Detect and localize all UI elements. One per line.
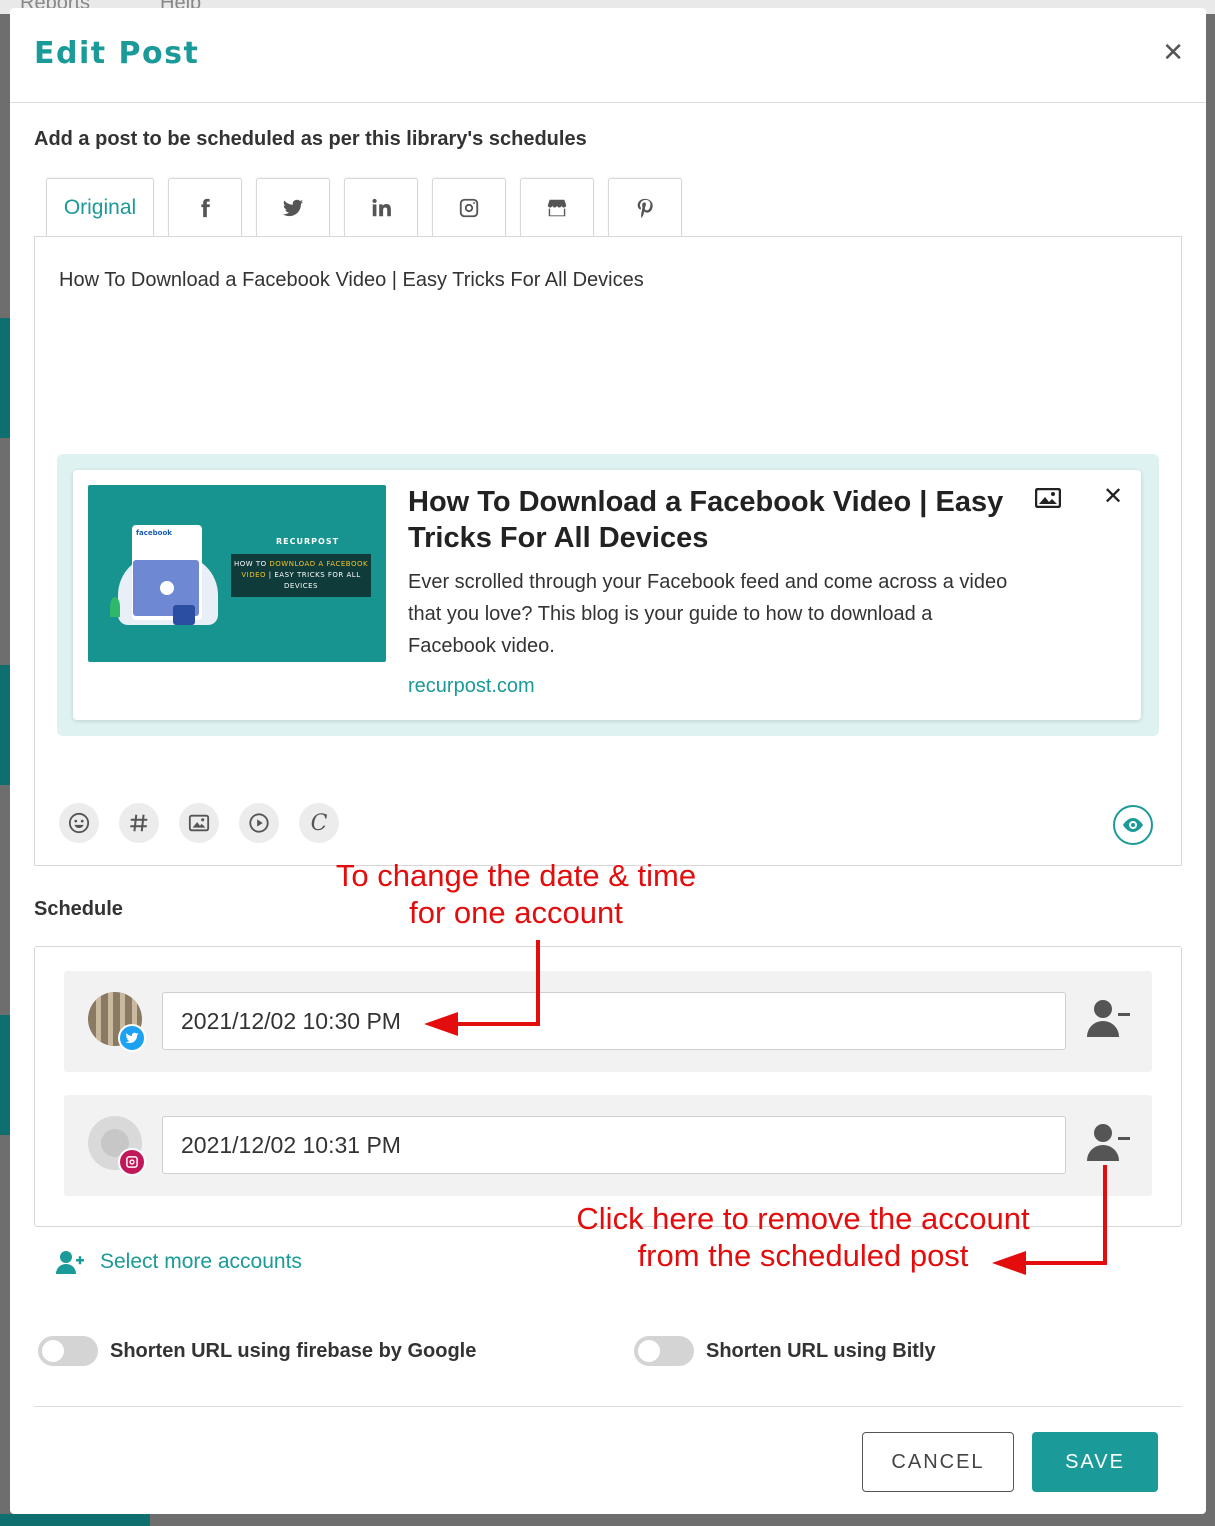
background-strip [0, 318, 10, 438]
image-icon[interactable] [179, 803, 219, 843]
hashtag-icon[interactable] [119, 803, 159, 843]
account-row-twitter: 2021/12/02 10:30 PM [64, 971, 1152, 1072]
datetime-input-instagram[interactable]: 2021/12/02 10:31 PM [162, 1116, 1066, 1174]
schedule-label: Schedule [34, 898, 123, 920]
tab-google-business[interactable] [520, 178, 594, 236]
thumbnail-play-icon [160, 581, 174, 595]
account-row-instagram: 2021/12/02 10:31 PM [64, 1095, 1152, 1196]
linkedin-icon [372, 198, 391, 216]
modal-header: Edit Post ✕ [10, 8, 1206, 103]
banner-line3: | EASY TRICKS FOR ALL DEVICES [268, 571, 361, 590]
background-strip [0, 1514, 150, 1526]
thumbnail-banner: HOW TO DOWNLOAD A FACEBOOK VIDEO | EASY … [231, 554, 371, 597]
annotation-date-time: To change the date & time for one accoun… [290, 857, 742, 931]
thumbnail-plant [110, 597, 120, 617]
emoji-icon[interactable] [59, 803, 99, 843]
remove-account-button[interactable] [1086, 997, 1132, 1041]
twitter-badge-icon [118, 1024, 146, 1052]
annotation-remove-line1: Click here to remove the account [576, 1201, 1030, 1236]
user-minus-icon [1087, 1000, 1130, 1037]
firebase-toggle[interactable] [38, 1336, 98, 1366]
save-button[interactable]: SAVE [1032, 1432, 1158, 1492]
link-preview-thumbnail: facebook RECURPOST HOW TO DOWNLOAD A FAC… [88, 485, 386, 662]
background-strip [0, 1015, 10, 1135]
tab-facebook[interactable] [168, 178, 242, 236]
twitter-icon [282, 199, 304, 216]
link-preview-domain[interactable]: recurpost.com [408, 675, 535, 698]
schedule-box: 2021/12/02 10:30 PM 2021/12/02 10:31 PM [34, 946, 1182, 1227]
tab-twitter[interactable] [256, 178, 330, 236]
canva-icon[interactable]: C [299, 803, 339, 843]
link-preview-title: How To Download a Facebook Video | Easy … [408, 486, 1004, 554]
facebook-icon [201, 198, 211, 217]
thumbnail-brand: RECURPOST [276, 537, 340, 546]
editor-toolbar: C [59, 803, 359, 843]
select-more-accounts-label: Select more accounts [100, 1250, 302, 1273]
post-text[interactable]: How To Download a Facebook Video | Easy … [59, 269, 644, 292]
edit-post-modal: Edit Post ✕ Add a post to be scheduled a… [10, 8, 1206, 1514]
instagram-badge-icon [118, 1148, 146, 1176]
annotation-date-time-line1: To change the date & time [335, 858, 697, 893]
user-minus-icon [1087, 1124, 1130, 1161]
background-strip [0, 665, 10, 785]
banner-line1: HOW TO [233, 560, 267, 568]
annotation-date-time-line2: for one account [409, 895, 623, 930]
tab-instagram[interactable] [432, 178, 506, 236]
pinterest-icon [637, 198, 653, 218]
modal-title: Edit Post [34, 36, 200, 71]
remove-preview-icon[interactable]: ✕ [1103, 482, 1123, 510]
eye-icon[interactable] [1113, 805, 1153, 845]
firebase-label: Shorten URL using firebase by Google [110, 1339, 477, 1362]
remove-account-button[interactable] [1086, 1121, 1132, 1165]
link-preview-container: facebook RECURPOST HOW TO DOWNLOAD A FAC… [57, 454, 1159, 736]
select-more-accounts-link[interactable]: Select more accounts [56, 1250, 302, 1274]
link-preview-description: Ever scrolled through your Facebook feed… [408, 571, 1008, 657]
cancel-button[interactable]: CANCEL [862, 1432, 1014, 1492]
post-editor[interactable]: How To Download a Facebook Video | Easy … [34, 236, 1182, 866]
tab-pinterest[interactable] [608, 178, 682, 236]
tab-linkedin[interactable] [344, 178, 418, 236]
network-tabs: Original [46, 178, 696, 236]
bitly-toggle[interactable] [634, 1336, 694, 1366]
tab-original[interactable]: Original [46, 178, 154, 236]
firebase-option: Shorten URL using firebase by Google [38, 1336, 476, 1366]
thumbnail-phone-label: facebook [136, 529, 172, 537]
video-icon[interactable] [239, 803, 279, 843]
thumbnail-download-icon [173, 605, 195, 625]
footer-divider [34, 1406, 1182, 1407]
close-icon[interactable]: ✕ [1162, 38, 1184, 68]
modal-subtitle: Add a post to be scheduled as per this l… [34, 128, 587, 150]
bitly-label: Shorten URL using Bitly [706, 1339, 936, 1362]
annotation-remove-account: Click here to remove the account from th… [548, 1200, 1058, 1274]
link-preview-card: facebook RECURPOST HOW TO DOWNLOAD A FAC… [73, 470, 1141, 720]
annotation-remove-line2: from the scheduled post [637, 1238, 969, 1273]
datetime-input-twitter[interactable]: 2021/12/02 10:30 PM [162, 992, 1066, 1050]
instagram-icon [459, 198, 479, 217]
google-business-icon [547, 199, 567, 216]
user-plus-icon [56, 1251, 84, 1274]
change-image-icon[interactable] [1035, 488, 1061, 508]
bitly-option: Shorten URL using Bitly [634, 1336, 936, 1366]
